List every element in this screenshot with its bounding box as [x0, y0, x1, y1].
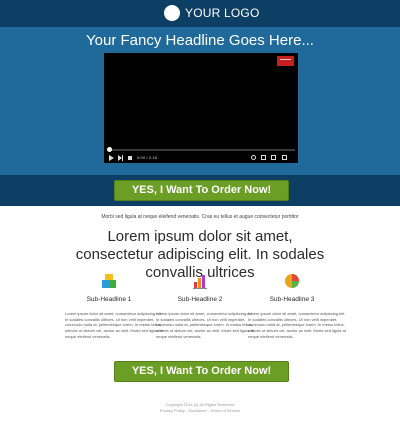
next-bar-icon [122, 155, 123, 161]
logo[interactable]: YOUR LOGO [164, 5, 259, 21]
captions-icon[interactable] [261, 155, 266, 160]
feature-body-3: Lorem ipsum dolor sit amet, consectetur … [248, 311, 346, 339]
video-player[interactable]: 0:00 / 2:18 [104, 53, 298, 163]
disclaimer-link[interactable]: Disclaimer [188, 408, 207, 413]
footer-links: Privacy Policy - Disclaimer - Terms of S… [0, 408, 400, 413]
colored-blocks-icon [102, 274, 116, 288]
video-time: 0:00 / 2:18 [137, 155, 158, 160]
feature-title-1: Sub-Headline 1 [86, 296, 132, 303]
footer-copyright: Copyright 2014 (c) All Rights Reserved [165, 402, 235, 407]
feature-title-2: Sub-Headline 2 [177, 296, 223, 303]
order-now-button-bottom[interactable]: YES, I Want To Order Now! [114, 361, 289, 382]
video-controls: 0:00 / 2:18 [104, 152, 298, 163]
privacy-policy-link[interactable]: Privacy Policy [160, 408, 185, 413]
play-icon[interactable] [109, 155, 114, 161]
fullscreen-icon[interactable] [282, 155, 287, 160]
order-now-button-top[interactable]: YES, I Want To Order Now! [114, 180, 289, 201]
terms-of-service-link[interactable]: Terms of Service [210, 408, 240, 413]
hero-headline: Your Fancy Headline Goes Here... [86, 32, 314, 49]
settings-icon[interactable] [251, 155, 256, 160]
bar-chart-icon [193, 275, 207, 289]
feature-body-1: Lorem ipsum dolor sit amet, consectetur … [65, 311, 163, 339]
feature-title-3: Sub-Headline 3 [269, 296, 315, 303]
youtube-logo-icon[interactable] [277, 56, 294, 66]
video-progress-bar[interactable] [107, 147, 295, 152]
volume-icon[interactable] [128, 156, 132, 160]
top-header-bar: YOUR LOGO [0, 0, 400, 27]
feature-body-2: Lorem ipsum dolor sit amet, consectetur … [156, 311, 254, 339]
intro-subline: Morbi sed ligula at neque eleifend venen… [101, 214, 299, 220]
logo-circle-icon [164, 5, 180, 21]
theater-mode-icon[interactable] [271, 155, 276, 160]
pie-chart-icon [285, 274, 299, 288]
logo-text: YOUR LOGO [185, 6, 260, 20]
